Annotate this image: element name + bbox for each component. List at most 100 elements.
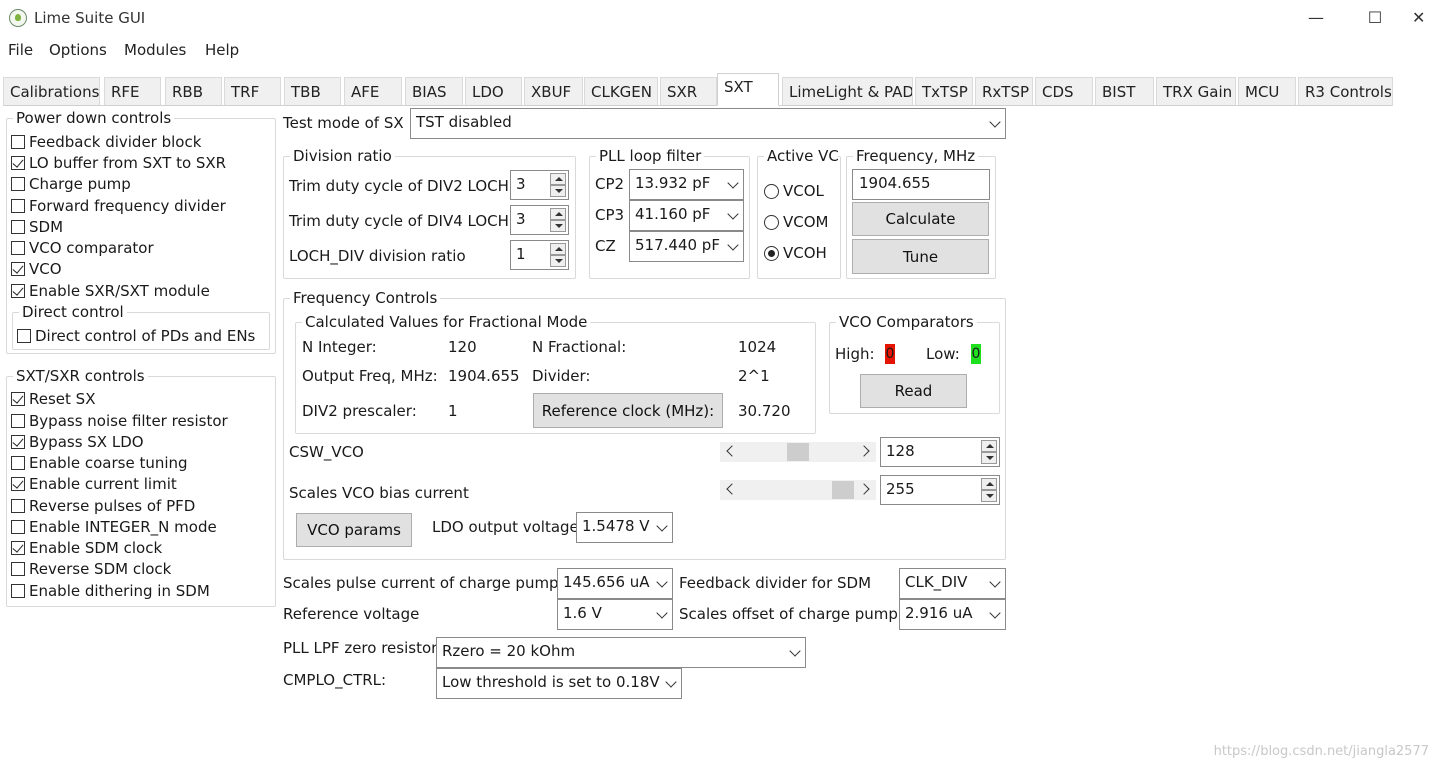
tab-trx-gain[interactable]: TRX Gain <box>1156 77 1236 106</box>
tab-txtsp[interactable]: TxTSP <box>915 77 973 106</box>
cp-pulse-select[interactable]: 145.656 uA <box>557 568 673 599</box>
calculate-button[interactable]: Calculate <box>852 202 989 236</box>
enable-current-limit-checkbox[interactable]: Enable current limit <box>11 475 177 493</box>
ldo-voltage-select[interactable]: 1.5478 V <box>576 512 673 543</box>
spin-up-icon[interactable] <box>981 478 997 490</box>
checkbox-box[interactable] <box>11 520 25 534</box>
tab-tbb[interactable]: TBB <box>284 77 341 106</box>
close-button[interactable]: ✕ <box>1412 4 1439 32</box>
ref-voltage-select[interactable]: 1.6 V <box>557 599 673 630</box>
csw-vco-spinner[interactable]: 128 <box>880 437 1000 467</box>
checkbox-box[interactable] <box>11 477 25 491</box>
spin-down-icon[interactable] <box>981 490 997 502</box>
tab-cds[interactable]: CDS <box>1035 77 1093 106</box>
arrow-right-icon[interactable] <box>858 483 870 495</box>
tab-bias[interactable]: BIAS <box>405 77 463 106</box>
reference-clock-button[interactable]: Reference clock (MHz): <box>533 393 723 428</box>
menu-help[interactable]: Help <box>205 41 239 59</box>
radio-circle[interactable] <box>764 214 779 230</box>
tab-clkgen[interactable]: CLKGEN <box>584 77 658 106</box>
pd-feedback-divider-checkbox[interactable]: Feedback divider block <box>11 133 201 151</box>
integer-n-mode-checkbox[interactable]: Enable INTEGER_N mode <box>11 518 217 536</box>
menu-file[interactable]: File <box>8 41 33 59</box>
lpf-zero-select[interactable]: Rzero = 20 kOhm <box>436 637 806 668</box>
tab-afe[interactable]: AFE <box>344 77 402 106</box>
checkbox-box[interactable] <box>11 156 25 170</box>
checkbox-box[interactable] <box>11 499 25 513</box>
spin-down-icon[interactable] <box>550 185 566 197</box>
pd-vco-checkbox[interactable]: VCO <box>11 260 62 278</box>
tab-ldo[interactable]: LDO <box>465 77 522 106</box>
tab-bist[interactable]: BIST <box>1095 77 1154 106</box>
div4-trim-spinner[interactable]: 3 <box>510 205 569 235</box>
cp-offset-select[interactable]: 2.916 uA <box>899 599 1006 630</box>
cmplo-ctrl-select[interactable]: Low threshold is set to 0.18V <box>436 668 682 699</box>
checkbox-box[interactable] <box>11 241 25 255</box>
read-button[interactable]: Read <box>860 374 967 408</box>
checkbox-box[interactable] <box>11 199 25 213</box>
direct-control-checkbox[interactable]: Direct control of PDs and ENs <box>17 327 255 345</box>
frequency-input[interactable]: 1904.655 <box>852 169 990 200</box>
tab-sxr[interactable]: SXR <box>660 77 717 106</box>
dithering-sdm-checkbox[interactable]: Enable dithering in SDM <box>11 582 210 600</box>
minimize-button[interactable]: — <box>1293 4 1339 32</box>
arrow-left-icon[interactable] <box>726 483 738 495</box>
checkbox-box[interactable] <box>11 414 25 428</box>
enable-sdm-clock-checkbox[interactable]: Enable SDM clock <box>11 539 162 557</box>
pd-lo-buffer-checkbox[interactable]: LO buffer from SXT to SXR <box>11 154 226 172</box>
reverse-sdm-clock-checkbox[interactable]: Reverse SDM clock <box>11 560 171 578</box>
tab-sxt[interactable]: SXT <box>717 73 779 106</box>
bypass-noise-filter-checkbox[interactable]: Bypass noise filter resistor <box>11 412 228 430</box>
vco-bias-spinner[interactable]: 255 <box>880 475 1000 505</box>
checkbox-box[interactable] <box>11 284 25 298</box>
vcol-radio[interactable]: VCOL <box>764 182 824 200</box>
checkbox-box[interactable] <box>11 135 25 149</box>
tab-mcu[interactable]: MCU <box>1238 77 1296 106</box>
spin-down-icon[interactable] <box>550 220 566 232</box>
checkbox-box[interactable] <box>11 177 25 191</box>
pd-charge-pump-checkbox[interactable]: Charge pump <box>11 175 131 193</box>
checkbox-box[interactable] <box>11 220 25 234</box>
checkbox-box[interactable] <box>11 541 25 555</box>
spin-down-icon[interactable] <box>550 255 566 267</box>
enable-coarse-tuning-checkbox[interactable]: Enable coarse tuning <box>11 454 188 472</box>
spin-up-icon[interactable] <box>550 243 566 255</box>
checkbox-box[interactable] <box>11 456 25 470</box>
pd-vco-comparator-checkbox[interactable]: VCO comparator <box>11 239 154 257</box>
menu-modules[interactable]: Modules <box>124 41 186 59</box>
pd-sdm-checkbox[interactable]: SDM <box>11 218 63 236</box>
spin-down-icon[interactable] <box>981 452 997 464</box>
pd-forward-divider-checkbox[interactable]: Forward frequency divider <box>11 197 226 215</box>
tab-xbuf[interactable]: XBUF <box>524 77 583 106</box>
tab-rfe[interactable]: RFE <box>104 77 161 106</box>
cz-select[interactable]: 517.440 pF <box>629 231 744 262</box>
loch-div-spinner[interactable]: 1 <box>510 240 569 270</box>
checkbox-box[interactable] <box>11 562 25 576</box>
cp2-select[interactable]: 13.932 pF <box>629 169 744 200</box>
checkbox-box[interactable] <box>11 392 25 406</box>
pd-enable-module-checkbox[interactable]: Enable SXR/SXT module <box>11 282 210 300</box>
reset-sx-checkbox[interactable]: Reset SX <box>11 390 95 408</box>
radio-circle[interactable] <box>764 245 779 261</box>
cp3-select[interactable]: 41.160 pF <box>629 200 744 231</box>
test-mode-select[interactable]: TST disabled <box>410 108 1006 139</box>
spin-up-icon[interactable] <box>550 173 566 185</box>
tune-button[interactable]: Tune <box>852 239 989 274</box>
reverse-pfd-checkbox[interactable]: Reverse pulses of PFD <box>11 497 195 515</box>
bypass-sx-ldo-checkbox[interactable]: Bypass SX LDO <box>11 433 144 451</box>
tab-calibrations[interactable]: Calibrations <box>3 77 100 106</box>
vcom-radio[interactable]: VCOM <box>764 213 828 231</box>
vcoh-radio[interactable]: VCOH <box>764 244 827 262</box>
tab-trf[interactable]: TRF <box>224 77 281 106</box>
csw-vco-slider[interactable] <box>720 442 876 462</box>
spin-up-icon[interactable] <box>981 440 997 452</box>
tab-rbb[interactable]: RBB <box>165 77 222 106</box>
checkbox-box[interactable] <box>11 262 25 276</box>
radio-circle[interactable] <box>764 183 779 199</box>
tab-rxtsp[interactable]: RxTSP <box>975 77 1033 106</box>
checkbox-box[interactable] <box>17 329 31 343</box>
checkbox-box[interactable] <box>11 435 25 449</box>
arrow-right-icon[interactable] <box>858 445 870 457</box>
div2-trim-spinner[interactable]: 3 <box>510 170 569 200</box>
vco-bias-slider[interactable] <box>720 480 876 500</box>
